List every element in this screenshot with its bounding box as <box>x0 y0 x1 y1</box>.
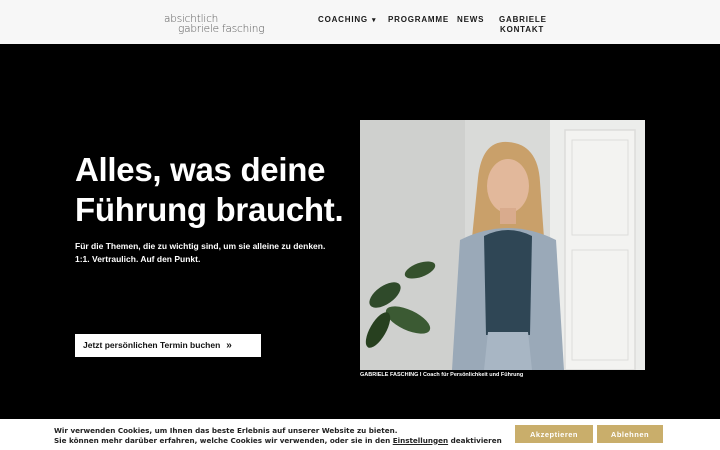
portrait-illustration <box>360 120 645 370</box>
cta-label: Jetzt persönlichen Termin buchen <box>83 340 221 350</box>
nav-item-gabriele[interactable]: GABRIELE <box>499 15 547 24</box>
cookie-settings-link[interactable]: Einstellungen <box>393 436 448 445</box>
nav-item-coaching[interactable]: COACHING ▾ <box>318 15 376 24</box>
headline-line-2: Führung braucht. <box>75 191 344 228</box>
nav-item-programme[interactable]: PROGRAMME <box>388 15 449 24</box>
logo-line-2: gabriele fasching <box>178 23 265 35</box>
nav-item-kontakt[interactable]: KONTAKT <box>500 25 544 34</box>
book-appointment-button[interactable]: Jetzt persönlichen Termin buchen » <box>75 334 261 357</box>
site-logo[interactable]: absichtlich gabriele fasching <box>164 14 265 35</box>
double-chevron-right-icon: » <box>226 340 232 351</box>
cookie-line-2-start: Sie können mehr darüber erfahren, welche… <box>54 435 391 445</box>
chevron-down-icon: ▾ <box>371 17 377 24</box>
accept-cookies-button[interactable]: Akzeptieren <box>515 425 593 443</box>
portrait-photo <box>360 120 645 370</box>
reject-cookies-button[interactable]: Ablehnen <box>597 425 663 443</box>
hero-subtext: Für die Themen, die zu wichtig sind, um … <box>75 240 325 266</box>
photo-caption: GABRIELE FASCHING I Coach für Persönlich… <box>360 372 524 378</box>
cookie-line-2: Sie können mehr darüber erfahren, welche… <box>54 436 502 446</box>
nav-coaching-label: COACHING <box>318 15 368 24</box>
hero-headline: Alles, was deine Führung braucht. <box>75 150 344 230</box>
site-header: absichtlich gabriele fasching COACHING ▾ … <box>0 0 720 44</box>
cookie-banner: Wir verwenden Cookies, um Ihnen das best… <box>0 419 720 450</box>
cookie-line-2-end: deaktivieren <box>450 435 502 445</box>
headline-line-1: Alles, was deine <box>75 151 326 188</box>
cookie-line-1: Wir verwenden Cookies, um Ihnen das best… <box>54 426 398 435</box>
subtext-line-2: 1:1. Vertraulich. Auf den Punkt. <box>75 254 201 264</box>
subtext-line-1: Für die Themen, die zu wichtig sind, um … <box>75 241 326 251</box>
cookie-text: Wir verwenden Cookies, um Ihnen das best… <box>54 426 502 445</box>
nav-item-news[interactable]: NEWS <box>457 15 484 24</box>
